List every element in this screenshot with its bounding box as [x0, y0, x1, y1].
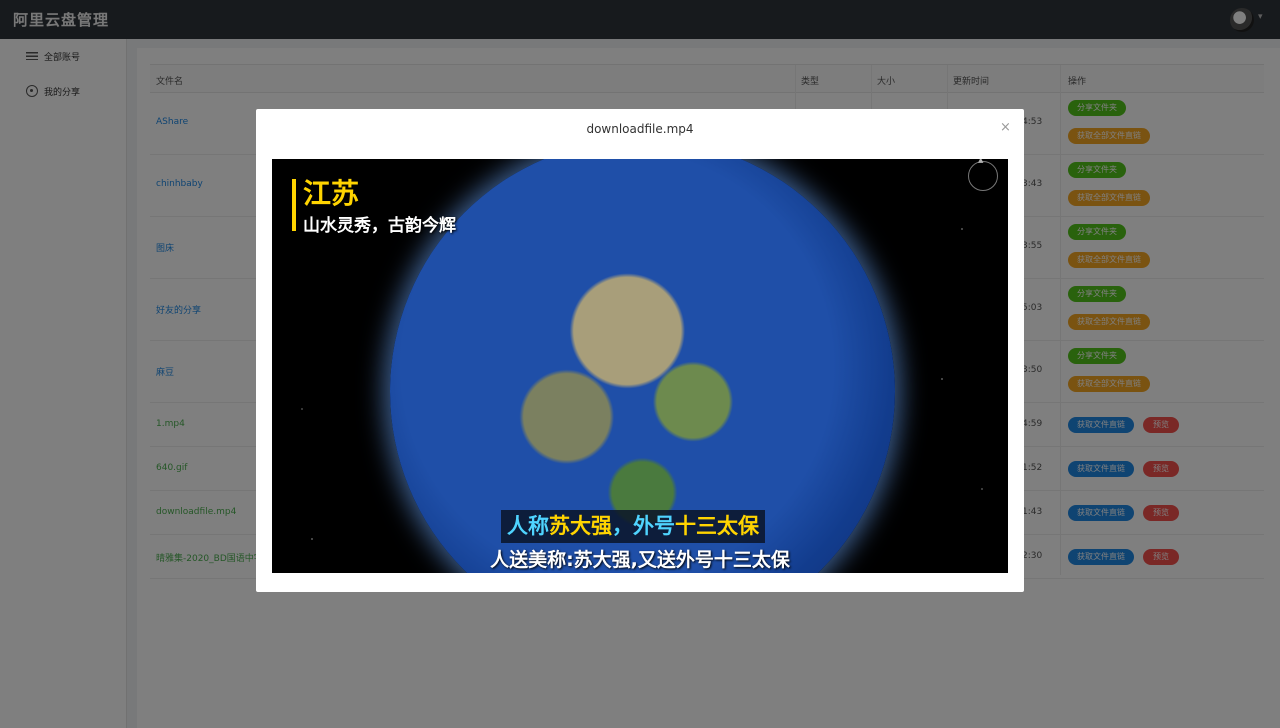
- video-title-text: 江苏: [303, 177, 360, 210]
- video-subtitle-text: 山水灵秀，古韵今辉: [303, 216, 456, 236]
- caption-line-1: 人称苏大强，外号十三太保: [501, 510, 765, 543]
- caption-part: ，外号: [612, 514, 675, 538]
- title-accent-bar: [292, 179, 296, 231]
- caption-part: 苏大强: [549, 514, 612, 538]
- compass-icon: [968, 159, 998, 191]
- modal-title: downloadfile.mp4: [586, 122, 694, 136]
- close-icon[interactable]: ×: [1000, 120, 1011, 135]
- caption-line-2: 人送美称:苏大强,又送外号十三太保: [490, 549, 790, 571]
- caption-part: 人称: [507, 514, 549, 538]
- preview-modal: downloadfile.mp4 × 江苏 山水灵秀，古韵今辉 人称苏大强，外号…: [256, 109, 1024, 592]
- caption-part: 十三太保: [675, 514, 759, 538]
- video-player[interactable]: 江苏 山水灵秀，古韵今辉 人称苏大强，外号十三太保 人送美称:苏大强,又送外号十…: [272, 159, 1008, 573]
